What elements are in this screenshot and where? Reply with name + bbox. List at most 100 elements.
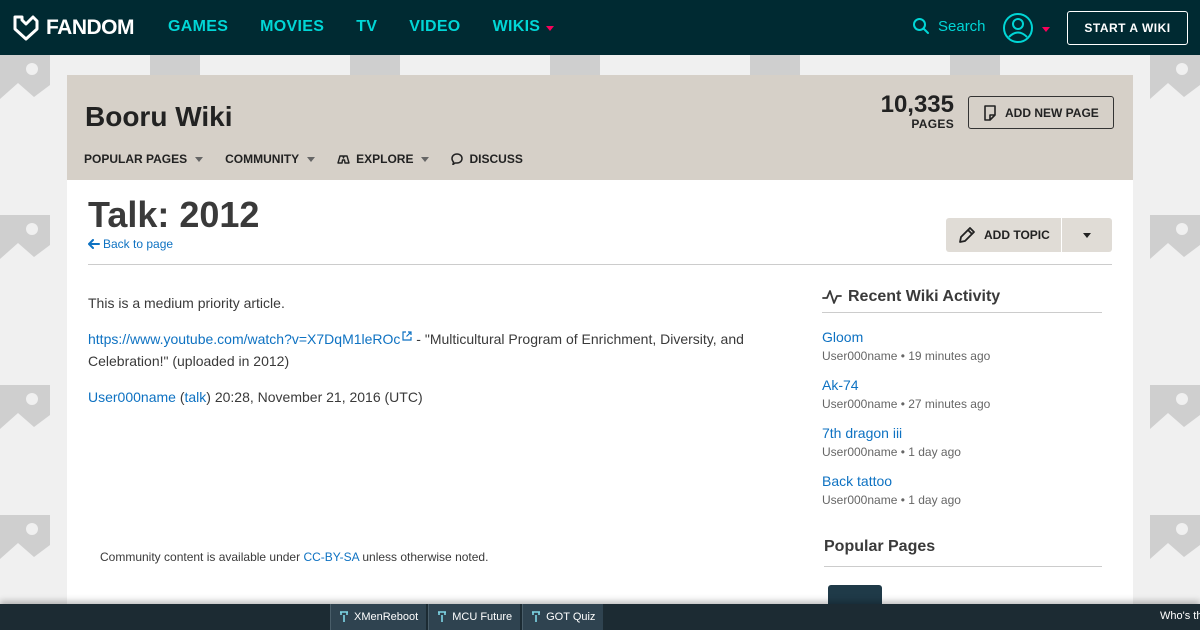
back-to-page-link[interactable]: Back to page <box>88 237 173 251</box>
page-content: Talk: 2012 Back to page ADD TOPIC This i… <box>67 180 1133 630</box>
video-reference: https://www.youtube.com/watch?v=X7DqM1le… <box>88 328 768 372</box>
bottom-tab-label: MCU Future <box>452 611 513 623</box>
list-item: 7th dragon iii User000name • 1 day ago <box>822 423 1102 461</box>
wiki-title[interactable]: Booru Wiki <box>85 101 233 133</box>
pages-count: 10,335 PAGES <box>881 91 954 131</box>
start-a-wiki-button[interactable]: START A WIKI <box>1067 11 1188 45</box>
pin-icon <box>532 611 541 622</box>
activity-link[interactable]: 7th dragon iii <box>822 423 1102 443</box>
nav-wikis[interactable]: WIKIS <box>493 18 555 36</box>
image-placeholder-icon <box>0 515 50 573</box>
user-link[interactable]: User000name <box>88 389 176 405</box>
nav-games[interactable]: GAMES <box>168 18 228 36</box>
bottom-tab-label: XMenReboot <box>354 611 419 623</box>
nav-popular-pages-label: POPULAR PAGES <box>84 152 188 166</box>
signature: User000name (talk) 20:28, November 21, 2… <box>88 386 768 408</box>
explore-icon <box>337 154 350 164</box>
fandom-logo[interactable]: FANDOM <box>12 14 135 42</box>
nav-explore-label: EXPLORE <box>356 152 414 166</box>
user-menu[interactable] <box>1002 12 1050 44</box>
activity-link[interactable]: Gloom <box>822 327 1102 347</box>
image-placeholder-icon <box>0 55 50 113</box>
license-prefix: Community content is available under <box>100 550 304 564</box>
activity-meta: User000name • 1 day ago <box>822 445 961 459</box>
add-topic-button[interactable]: ADD TOPIC <box>946 218 1062 252</box>
image-placeholder-icon <box>950 55 1000 75</box>
image-placeholder-icon <box>1150 515 1200 573</box>
priority-note: This is a medium priority article. <box>88 295 285 311</box>
pin-icon <box>340 611 348 622</box>
recent-activity-title: Recent Wiki Activity <box>848 288 1001 305</box>
external-link-icon <box>402 331 413 341</box>
image-placeholder-icon <box>150 55 200 75</box>
bottom-tab[interactable]: GOT Quiz <box>522 604 604 630</box>
search-button[interactable]: Search <box>912 17 986 35</box>
bottom-right-text[interactable]: Who's th <box>1160 610 1200 622</box>
list-item: Gloom User000name • 19 minutes ago <box>822 327 1102 365</box>
nav-tv[interactable]: TV <box>356 18 377 36</box>
bottom-tab[interactable]: MCU Future <box>428 604 521 630</box>
search-icon <box>913 18 929 34</box>
image-placeholder-icon <box>550 55 600 75</box>
chevron-down-icon <box>307 156 316 162</box>
add-new-page-label: ADD NEW PAGE <box>1005 105 1099 120</box>
popular-pages-title: Popular Pages <box>824 538 1102 567</box>
add-topic-dropdown[interactable] <box>1062 218 1112 252</box>
image-placeholder-icon <box>1150 55 1200 113</box>
sig-timestamp: ) 20:28, November 21, 2016 (UTC) <box>206 389 423 405</box>
chevron-down-icon <box>195 156 204 162</box>
image-placeholder-icon <box>0 215 50 273</box>
license-notice: Community content is available under CC-… <box>100 550 488 564</box>
nav-popular-pages[interactable]: POPULAR PAGES <box>84 152 204 166</box>
arrow-left-icon <box>88 239 100 249</box>
image-placeholder-icon <box>1150 215 1200 273</box>
global-nav-links: GAMES MOVIES TV VIDEO WIKIS <box>168 18 586 36</box>
nav-community[interactable]: COMMUNITY <box>225 152 316 166</box>
license-link[interactable]: CC-BY-SA <box>303 550 359 564</box>
youtube-link[interactable]: https://www.youtube.com/watch?v=X7DqM1le… <box>88 331 400 347</box>
image-placeholder-icon <box>1150 385 1200 443</box>
wiki-header: Booru Wiki 10,335 PAGES ADD NEW PAGE POP… <box>67 75 1133 180</box>
add-topic-label: ADD TOPIC <box>984 228 1050 242</box>
nav-movies[interactable]: MOVIES <box>260 18 324 36</box>
bottom-toolbar: XMenReboot MCU Future GOT Quiz Who's th <box>0 604 1200 630</box>
recent-activity-header: Recent Wiki Activity <box>822 288 1102 313</box>
bottom-tab-label: GOT Quiz <box>546 611 596 623</box>
right-rail: Recent Wiki Activity Gloom User000name •… <box>822 288 1102 615</box>
new-page-icon <box>984 104 996 121</box>
fandom-logo-text: FANDOM <box>46 16 135 39</box>
pages-count-label: PAGES <box>911 117 954 131</box>
list-item: Ak-74 User000name • 27 minutes ago <box>822 375 1102 413</box>
discuss-icon <box>451 153 464 165</box>
image-placeholder-icon <box>750 55 800 75</box>
chevron-down-icon <box>1083 232 1091 238</box>
pages-count-number: 10,335 <box>880 91 954 118</box>
activity-meta: User000name • 1 day ago <box>822 493 961 507</box>
chevron-down-icon <box>1042 26 1050 32</box>
activity-link[interactable]: Back tattoo <box>822 471 1102 491</box>
nav-video[interactable]: VIDEO <box>409 18 460 36</box>
search-label: Search <box>938 17 986 35</box>
chevron-down-icon <box>546 25 555 31</box>
nav-discuss[interactable]: DISCUSS <box>451 152 523 166</box>
activity-meta: User000name • 27 minutes ago <box>822 397 991 411</box>
talk-link[interactable]: talk <box>185 389 207 405</box>
activity-link[interactable]: Ak-74 <box>822 375 1102 395</box>
sig-open: ( <box>175 389 185 405</box>
bottom-tab[interactable]: XMenReboot <box>330 604 427 630</box>
activity-icon <box>822 290 842 304</box>
bottom-tabs: XMenReboot MCU Future GOT Quiz <box>330 604 604 630</box>
activity-list: Gloom User000name • 19 minutes ago Ak-74… <box>822 327 1102 509</box>
add-new-page-button[interactable]: ADD NEW PAGE <box>968 96 1114 129</box>
nav-explore[interactable]: EXPLORE <box>337 152 430 166</box>
add-topic-button-group: ADD TOPIC <box>946 218 1112 252</box>
image-placeholder-icon <box>350 55 400 75</box>
activity-meta: User000name • 19 minutes ago <box>822 349 991 363</box>
divider <box>88 264 1112 265</box>
pencil-icon <box>959 227 975 243</box>
user-avatar-icon <box>1003 13 1033 43</box>
nav-wikis-label: WIKIS <box>492 18 541 35</box>
wiki-navigation: POPULAR PAGES COMMUNITY EXPLORE DISCUSS <box>84 152 523 166</box>
fandom-heart-icon <box>13 15 39 41</box>
page-title: Talk: 2012 <box>88 194 260 235</box>
